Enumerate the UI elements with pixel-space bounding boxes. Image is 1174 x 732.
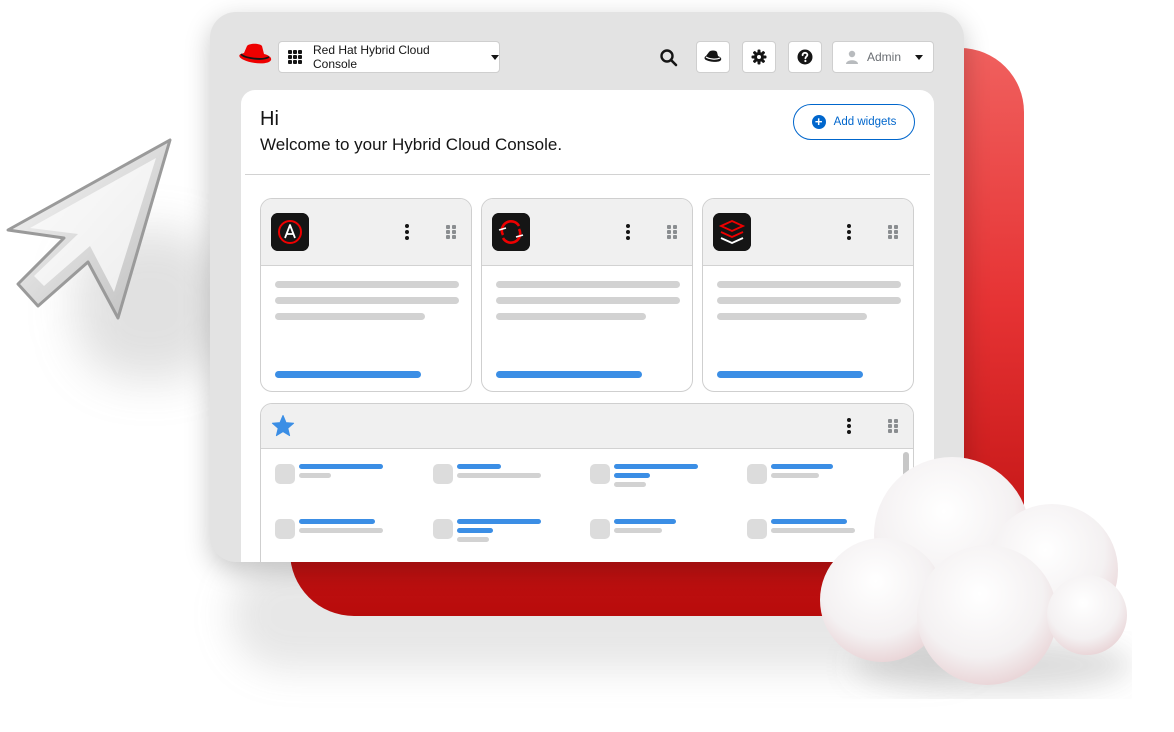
widget-card-header	[482, 199, 692, 266]
app-switcher-label: Red Hat Hybrid Cloud Console	[312, 43, 430, 71]
skeleton-link[interactable]	[496, 371, 642, 378]
favorite-thumbnail	[433, 464, 453, 484]
widget-card-header	[703, 199, 913, 266]
skeleton-line	[496, 297, 680, 304]
kebab-menu-icon[interactable]	[847, 224, 851, 240]
star-icon	[271, 415, 295, 437]
skeleton-link	[299, 464, 383, 469]
divider	[245, 174, 930, 175]
widget-card-rhel	[702, 198, 914, 392]
cloud-icon	[820, 457, 1132, 693]
ansible-icon[interactable]	[271, 213, 309, 251]
favorite-item[interactable]	[590, 519, 730, 559]
favorite-item[interactable]	[275, 519, 415, 559]
favorite-thumbnail	[275, 464, 295, 484]
skeleton-link	[614, 519, 676, 524]
skeleton-line	[614, 528, 662, 533]
user-menu-dropdown[interactable]: Admin	[832, 41, 934, 73]
kebab-menu-icon[interactable]	[626, 224, 630, 240]
add-widgets-label: Add widgets	[833, 116, 897, 128]
favorite-item[interactable]	[433, 519, 573, 559]
settings-button[interactable]	[742, 41, 776, 73]
skeleton-link	[457, 464, 501, 469]
skeleton-link	[614, 473, 650, 478]
drag-handle-icon[interactable]	[446, 225, 456, 239]
skeleton-line	[496, 281, 680, 288]
skeleton-line	[275, 281, 459, 288]
openshift-icon[interactable]	[492, 213, 530, 251]
favorite-item[interactable]	[433, 464, 573, 504]
favorite-thumbnail	[590, 519, 610, 539]
fedora-hat-icon	[704, 50, 722, 62]
skeleton-line	[457, 537, 489, 542]
skeleton-line	[717, 297, 901, 304]
red-hat-logo-icon[interactable]	[238, 42, 272, 68]
user-name-label: Admin	[867, 50, 902, 64]
skeleton-line	[299, 473, 331, 478]
widget-card-ansible	[260, 198, 472, 392]
drag-handle-icon[interactable]	[888, 225, 898, 239]
skeleton-link	[299, 519, 375, 524]
welcome-heading: Welcome to your Hybrid Cloud Console.	[260, 135, 563, 154]
drag-handle-icon[interactable]	[667, 225, 677, 239]
skeleton-link[interactable]	[717, 371, 863, 378]
favorite-item[interactable]	[275, 464, 415, 504]
mouse-cursor-icon	[6, 138, 172, 320]
favorite-thumbnail	[747, 464, 767, 484]
add-widgets-button[interactable]: + Add widgets	[793, 104, 915, 140]
skeleton-line	[717, 313, 867, 320]
widget-card-openshift	[481, 198, 693, 392]
skeleton-link[interactable]	[275, 371, 421, 378]
caret-down-icon	[491, 54, 499, 60]
greeting-heading: Hi	[260, 108, 279, 130]
skeleton-line	[275, 313, 425, 320]
skeleton-line	[717, 281, 901, 288]
favorite-thumbnail	[275, 519, 295, 539]
skeleton-line	[299, 528, 383, 533]
help-button[interactable]	[788, 41, 822, 73]
skeleton-link	[614, 464, 698, 469]
skeleton-link	[457, 528, 493, 533]
gear-icon	[751, 49, 767, 65]
skeleton-line	[496, 313, 646, 320]
favorite-thumbnail	[590, 464, 610, 484]
masthead: Red Hat Hybrid Cloud Console Admin	[210, 12, 964, 90]
drag-handle-icon[interactable]	[888, 419, 898, 433]
favorite-thumbnail	[747, 519, 767, 539]
question-circle-icon	[797, 49, 813, 65]
user-avatar-icon	[846, 50, 858, 64]
skeleton-line	[275, 297, 459, 304]
favorite-thumbnail	[433, 519, 453, 539]
kebab-menu-icon[interactable]	[405, 224, 409, 240]
caret-down-icon	[915, 54, 924, 60]
app-grid-icon	[288, 49, 303, 65]
skeleton-line	[614, 482, 646, 487]
widget-card-header	[261, 199, 471, 266]
kebab-menu-icon[interactable]	[847, 418, 851, 434]
red-hat-fedora-button[interactable]	[696, 41, 730, 73]
search-icon[interactable]	[658, 47, 680, 69]
favorite-item[interactable]	[590, 464, 730, 504]
app-switcher-dropdown[interactable]: Red Hat Hybrid Cloud Console	[278, 41, 500, 73]
rhel-stack-icon[interactable]	[713, 213, 751, 251]
plus-circle-icon: +	[811, 115, 826, 129]
skeleton-link	[457, 519, 541, 524]
skeleton-line	[457, 473, 541, 478]
